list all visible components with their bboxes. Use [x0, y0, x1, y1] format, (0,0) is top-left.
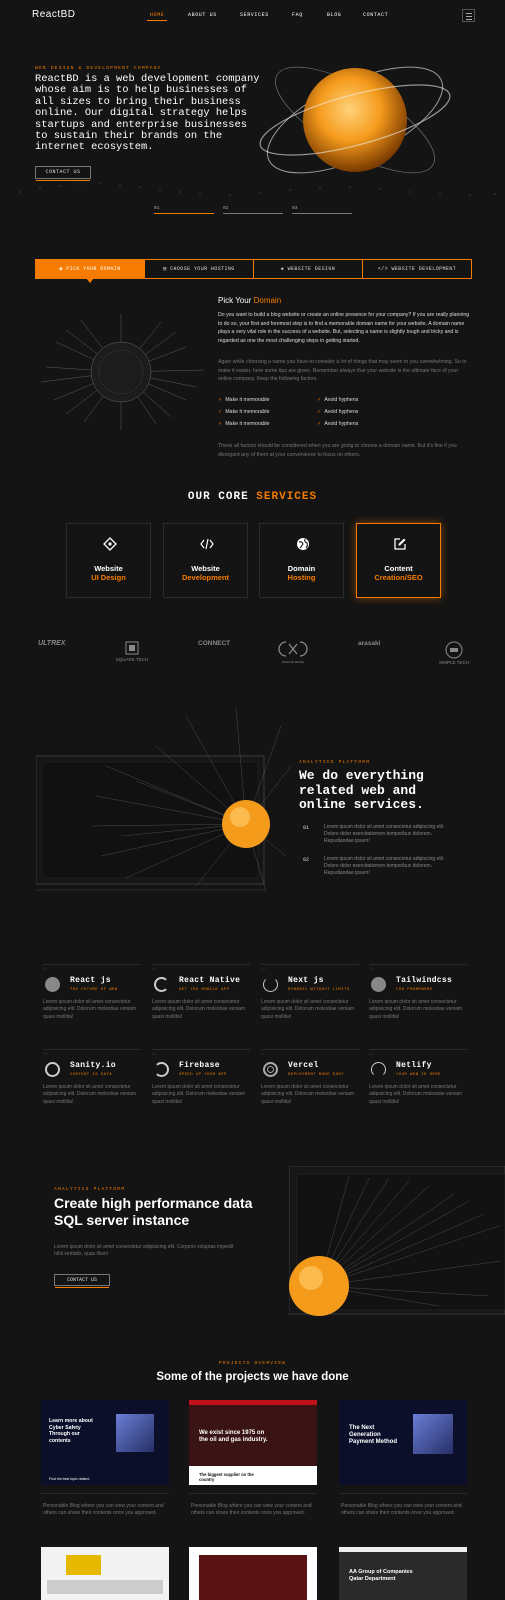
service-card-development[interactable]: Website Development — [163, 523, 248, 598]
firebase-icon — [154, 1062, 169, 1077]
infinite-space-logo: INFINITE SPACE — [276, 640, 310, 665]
domain-paragraph-2: Again while choosing a name you have to … — [218, 359, 467, 383]
project-products — [47, 1580, 163, 1594]
hero-stat-2: 02 — [223, 206, 283, 214]
check-item: ✓ Avoid hyphens — [317, 421, 359, 427]
simple-tech-logo: SIMPLE TECH — [437, 641, 471, 666]
edit-icon — [394, 538, 406, 550]
project-screenshot — [41, 1547, 169, 1600]
analytics-item-text: Lorem ipsum dolor sit amet consectetur a… — [324, 824, 445, 844]
analytics-item-number: 01 — [303, 825, 310, 831]
project-illustration — [413, 1414, 453, 1454]
project-screenshot: AA Group of Companies Qatar Department — [339, 1547, 467, 1600]
netlify-icon — [371, 1062, 386, 1077]
code-icon: </> — [377, 266, 392, 272]
check-item: ✓ Avoid hyphens — [317, 397, 359, 403]
check-item: ✓ Make it memorable — [218, 421, 270, 427]
site-logo[interactable]: ReactBD — [32, 9, 76, 20]
project-topbar — [189, 1400, 317, 1405]
check-item: ✓ Make it memorable — [218, 409, 270, 415]
nav-services[interactable]: SERVICES — [240, 12, 269, 18]
project-screenshot: The Next Generation Payment Method — [339, 1400, 467, 1485]
nav-contact[interactable]: CONTACT — [363, 12, 388, 18]
infinite-space-mark — [278, 641, 308, 657]
analytics-item-text: Lorem ipsum dolor sit amet consectetur a… — [324, 856, 445, 876]
nav-blog[interactable]: BLOG — [327, 12, 341, 18]
domain-paragraph-1: Do you want to build a blog website or c… — [218, 312, 470, 345]
project-hero-image — [199, 1555, 307, 1600]
react-native-icon — [154, 977, 169, 992]
check-icon: ✓ — [218, 409, 223, 415]
check-icon: ✓ — [317, 397, 322, 403]
square-tech-mark — [125, 641, 139, 655]
square-tech-logo: SQUARE TECH — [115, 641, 149, 663]
hero-contact-button[interactable]: CONTACT US — [35, 166, 91, 181]
ultrex-logo: ULTREX — [38, 640, 66, 647]
nav-about[interactable]: ABOUT US — [188, 12, 217, 18]
domain-paragraph-3: These all factors should be considered w… — [218, 443, 457, 458]
hero-stat-1: 01 — [154, 206, 214, 214]
hero-kicker: WEB DESIGN & DEVELOPMENT COMPANY — [35, 66, 162, 71]
tab-pick-domain[interactable]: ◉ PICK YOUR DOMAIN — [36, 260, 145, 283]
arasaki-logo: arasaki — [358, 640, 381, 647]
hamburger-icon[interactable] — [462, 9, 475, 22]
projects-kicker: PROJECTS OVERVIEW — [218, 1361, 287, 1366]
analytics-item-number: 02 — [303, 857, 310, 863]
particle-sphere-graphic — [40, 314, 205, 430]
vercel-icon — [263, 1062, 278, 1077]
analytics2-contact-button[interactable]: CONTACT US — [54, 1274, 110, 1288]
laptop-sphere-graphic — [289, 1166, 505, 1316]
analytics-kicker: ANALYTICS PLATFORM — [299, 760, 371, 765]
check-icon: ✓ — [317, 409, 322, 415]
project-illustration — [116, 1414, 154, 1452]
process-tabs: ◉ PICK YOUR DOMAIN ▤ CHOOSE YOUR HOSTING… — [35, 259, 472, 283]
check-icon: ✓ — [218, 421, 223, 427]
diamond-target-icon — [103, 537, 117, 551]
service-card-ui-design[interactable]: Website UI Design — [66, 523, 151, 598]
hero-stat-3: 03 — [292, 206, 352, 214]
check-icon: ✓ — [317, 421, 322, 427]
service-card-content[interactable]: Content Creation/SEO — [356, 523, 441, 598]
project-screenshot: Learn more about Cyber Safety Through ou… — [41, 1400, 169, 1485]
check-icon: ✓ — [218, 397, 223, 403]
tab-website-development[interactable]: </> WEBSITE DEVELOPMENT — [363, 260, 471, 278]
check-item: ✓ Avoid hyphens — [317, 409, 359, 415]
project-banner — [66, 1555, 101, 1575]
diamond-icon: ◈ — [280, 266, 288, 272]
globe-icon — [297, 538, 309, 550]
tab-choose-hosting[interactable]: ▤ CHOOSE YOUR HOSTING — [145, 260, 254, 278]
hero-title: ReactBD is a web development company who… — [35, 73, 260, 154]
nav-faq[interactable]: FAQ — [292, 12, 303, 18]
project-topbar — [339, 1547, 467, 1552]
services-title: OUR CORE SERVICES — [187, 491, 318, 503]
analytics-title: We do everything related web and online … — [299, 768, 424, 812]
connect-logo: CONNECT — [198, 640, 231, 647]
sanity-icon — [45, 1062, 60, 1077]
project-screenshot — [189, 1547, 317, 1600]
top-nav: ReactBD HOME ABOUT US SERVICES FAQ BLOG … — [0, 0, 505, 30]
nav-home[interactable]: HOME — [146, 12, 168, 21]
hero-orb-graphic — [259, 66, 451, 174]
analytics2-text: Lorem ipsum dolor sit amet consectetur a… — [54, 1244, 234, 1257]
nextjs-icon — [263, 977, 278, 992]
react-icon — [45, 977, 60, 992]
analytics2-kicker: ANALYTICS PLATFORM — [54, 1187, 126, 1192]
tailwind-icon — [371, 977, 386, 992]
project-screenshot: We exist since 1975 on the oil and gas i… — [189, 1400, 317, 1485]
check-item: ✓ Make it memorable — [218, 397, 270, 403]
laptop-particle-graphic — [36, 707, 292, 892]
service-card-hosting[interactable]: Domain Hosting — [259, 523, 344, 598]
domain-heading: Pick Your Domain — [218, 296, 282, 305]
code-brackets-icon — [200, 538, 214, 550]
analytics2-title: Create high performance data SQL server … — [54, 1195, 253, 1228]
projects-title: Some of the projects we have done — [156, 1371, 349, 1383]
tab-website-design[interactable]: ◈ WEBSITE DESIGN — [254, 260, 363, 278]
simple-tech-mark — [445, 641, 463, 659]
